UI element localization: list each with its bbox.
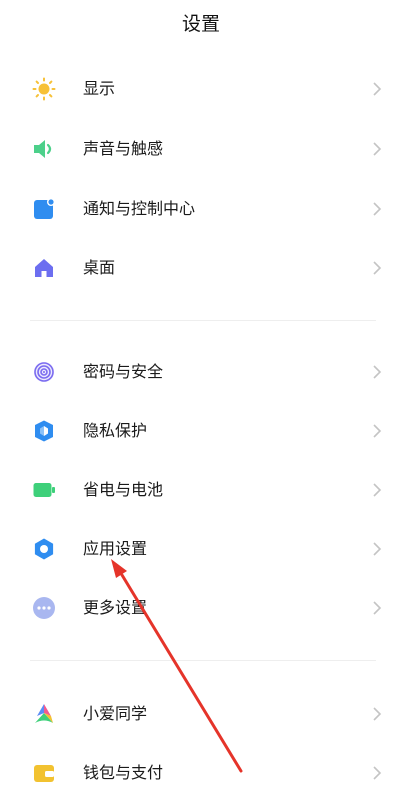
annotation-arrow xyxy=(111,559,243,773)
